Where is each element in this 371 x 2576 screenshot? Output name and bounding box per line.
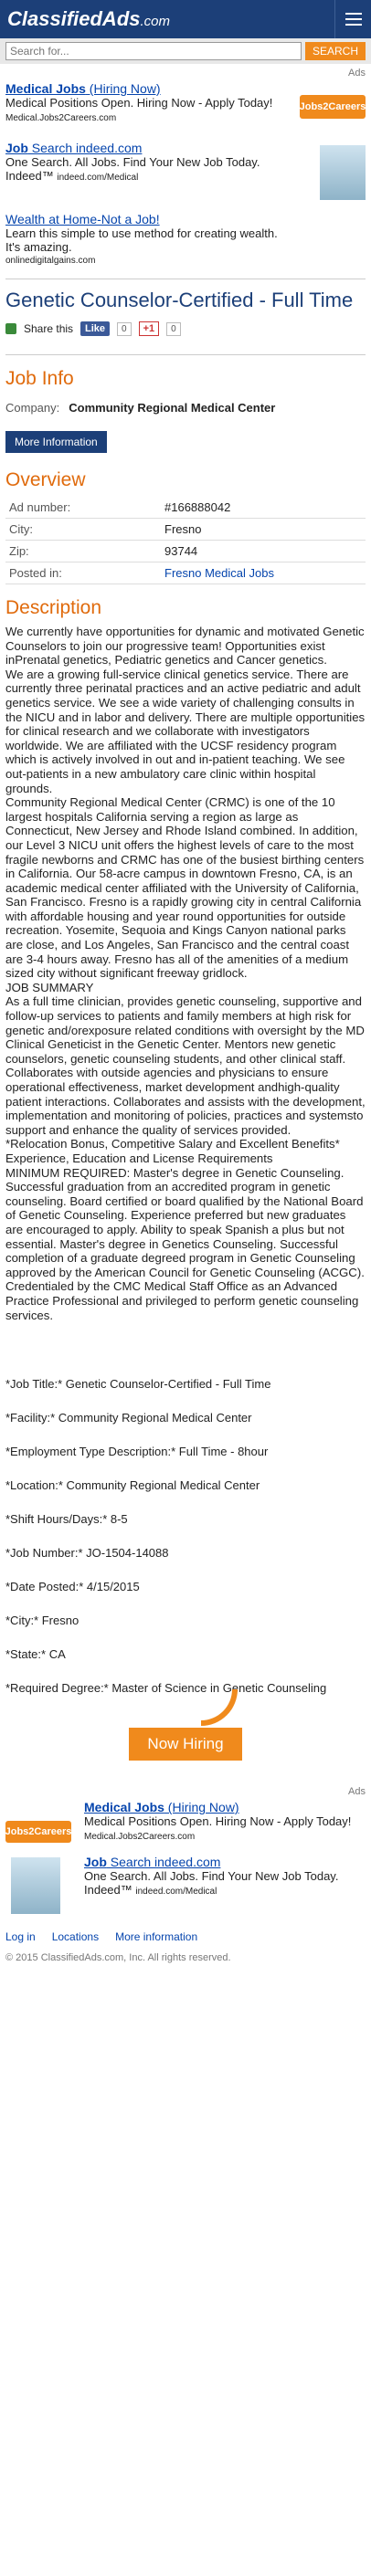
curved-arrow-icon — [201, 1689, 238, 1727]
ad-medical-jobs[interactable]: Medical Jobs (Hiring Now) Medical Positi… — [0, 79, 371, 129]
job-info-heading: Job Info — [5, 368, 74, 389]
job-detail-item: *Job Number:* JO-1504-14088 — [5, 1546, 169, 1561]
facebook-like-button[interactable]: Like — [80, 321, 111, 336]
ad-body: Learn this simple to use method for crea… — [5, 226, 278, 254]
jobs2careers-logo-icon: Jobs2Careers — [300, 95, 366, 119]
company-row: Company: Community Regional Medical Cent… — [0, 395, 371, 420]
ad-body: Medical Positions Open. Hiring Now - App… — [5, 96, 273, 123]
posted-in-link[interactable]: Fresno Medical Jobs — [164, 566, 274, 580]
ad-indeed[interactable]: Job Search indeed.com One Search. All Jo… — [0, 138, 371, 202]
google-plus-button[interactable]: +1 — [138, 321, 160, 336]
overview-label: Posted in: — [5, 562, 161, 584]
overview-table: Ad number: #166888042 City: Fresno Zip: 937… — [5, 497, 366, 584]
job-detail-item: *Employment Type Description:* Full Time… — [5, 1445, 269, 1459]
ad-medical-jobs-bottom[interactable]: Jobs2Careers Medical Jobs (Hiring Now) M… — [0, 1797, 371, 1852]
table-row: Zip: 93744 — [5, 540, 366, 563]
jobs2careers-logo-icon: Jobs2Careers — [5, 1821, 71, 1844]
hamburger-menu-icon[interactable] — [334, 0, 371, 38]
job-description: We currently have opportunities for dyna… — [5, 625, 366, 1322]
table-row: Ad number: #166888042 — [5, 497, 366, 519]
overview-value: 93744 — [161, 540, 366, 563]
footer-link-login[interactable]: Log in — [5, 1930, 36, 1943]
now-hiring-button[interactable]: Now Hiring — [129, 1728, 242, 1761]
ad-body: Medical Positions Open. Hiring Now - App… — [84, 1814, 352, 1843]
company-label: Company: — [5, 401, 60, 415]
job-detail-item: *Date Posted:* 4/15/2015 — [5, 1580, 140, 1594]
overview-label: Ad number: — [5, 497, 161, 519]
google-plus-count: 0 — [166, 321, 181, 336]
search-button[interactable]: SEARCH — [304, 42, 366, 60]
share-icon[interactable] — [5, 323, 16, 334]
ad-body: One Search. All Jobs. Find Your New Job … — [5, 155, 260, 183]
share-label: Share this — [24, 322, 74, 335]
share-bar: Share this Like 0 +1 0 — [0, 320, 371, 347]
search-bar: SEARCH — [0, 38, 371, 64]
job-detail-item: *City:* Fresno — [5, 1614, 80, 1628]
job-detail-item: *Job Title:* Genetic Counselor-Certified… — [5, 1377, 271, 1392]
ad-title[interactable]: Medical Jobs (Hiring Now) — [84, 1800, 239, 1814]
site-logo[interactable]: ClassifiedAds.com — [7, 7, 170, 31]
table-row: Posted in: Fresno Medical Jobs — [5, 562, 366, 584]
ad-title[interactable]: Job Search indeed.com — [5, 141, 142, 155]
job-detail-item: *Shift Hours/Days:* 8-5 — [5, 1512, 128, 1527]
table-row: City: Fresno — [5, 518, 366, 541]
ad-photo-icon — [11, 1857, 60, 1915]
ad-title[interactable]: Medical Jobs (Hiring Now) — [5, 81, 161, 96]
description-heading: Description — [5, 597, 102, 618]
ad-photo-icon — [320, 145, 366, 200]
ad-title[interactable]: Wealth at Home-Not a Job! — [5, 212, 160, 226]
job-detail-item: *State:* CA — [5, 1647, 66, 1662]
footer-links: Log in Locations More information — [0, 1918, 371, 1949]
copyright: © 2015 ClassifiedAds.com, Inc. All right… — [5, 1952, 231, 1964]
footer-link-more-information[interactable]: More information — [115, 1930, 197, 1943]
overview-label: Zip: — [5, 540, 161, 563]
overview-value: #166888042 — [161, 497, 366, 519]
job-detail-item: *Required Degree:* Master of Science in … — [5, 1681, 327, 1696]
ad-indeed-bottom[interactable]: Job Search indeed.com One Search. All Jo… — [0, 1852, 371, 1918]
apply-section: Now Hiring — [0, 1689, 371, 1782]
job-details-list: *Job Title:* Genetic Counselor-Certified… — [0, 1377, 371, 1695]
ads-label: Ads — [348, 1786, 366, 1798]
ad-wealth[interactable]: Wealth at Home-Not a Job! Learn this sim… — [0, 209, 371, 271]
ad-title[interactable]: Job Search indeed.com — [84, 1855, 220, 1869]
job-detail-item: *Facility:* Community Regional Medical C… — [5, 1411, 252, 1425]
site-header: ClassifiedAds.com — [0, 0, 371, 38]
ad-url: onlinedigitalgains.com — [5, 256, 96, 266]
more-information-button[interactable]: More Information — [5, 431, 107, 453]
overview-heading: Overview — [5, 469, 86, 490]
page-title: Genetic Counselor-Certified - Full Time — [5, 289, 354, 311]
footer-link-locations[interactable]: Locations — [52, 1930, 99, 1943]
overview-value: Fresno — [161, 518, 366, 541]
overview-label: City: — [5, 518, 161, 541]
ad-body: One Search. All Jobs. Find Your New Job … — [84, 1869, 339, 1898]
company-name: Community Regional Medical Center — [69, 401, 276, 415]
search-input[interactable] — [5, 42, 302, 60]
job-detail-item: *Location:* Community Regional Medical C… — [5, 1478, 260, 1493]
ads-label: Ads — [348, 68, 366, 79]
facebook-like-count: 0 — [117, 321, 132, 336]
divider — [5, 354, 366, 355]
